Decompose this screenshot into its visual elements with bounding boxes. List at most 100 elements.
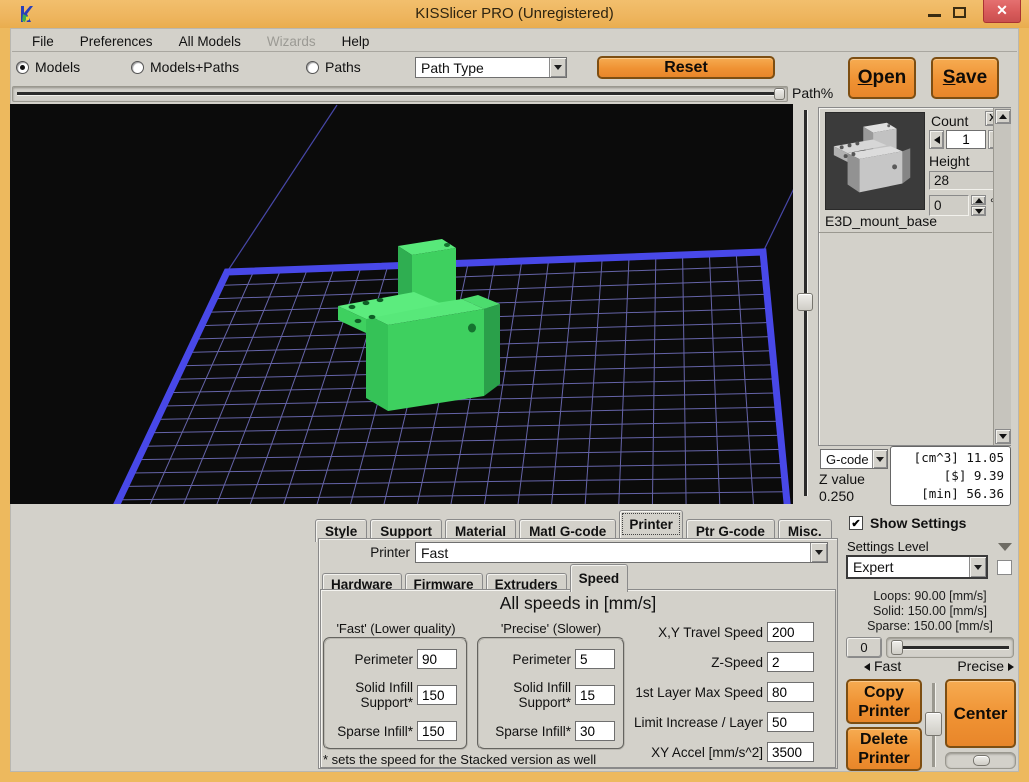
chevron-down-icon[interactable] (549, 58, 566, 77)
solid-speed: Solid: 150.00 [mm/s] (846, 604, 1014, 619)
menu-preferences[interactable]: Preferences (80, 34, 153, 49)
speed-panel-title: All speeds in [mm/s] (320, 593, 836, 614)
stat-cost: [$] 9.39 (897, 467, 1004, 485)
precise-sparse-infill-label: Sparse Infill* (485, 724, 571, 739)
viewport-3d[interactable] (10, 104, 793, 504)
gcode-dropdown[interactable]: G-code (820, 449, 888, 469)
xy-travel-speed-input[interactable] (767, 622, 814, 642)
radio-models-paths[interactable]: Models+Paths (131, 59, 239, 75)
path-type-value: Path Type (416, 60, 549, 76)
menu-file[interactable]: File (32, 34, 54, 49)
printer-dropdown-value: Fast (416, 545, 810, 561)
fast-precise-slider[interactable] (886, 637, 1014, 658)
count-decrement-button[interactable] (929, 130, 944, 149)
model-thumbnail[interactable] (825, 112, 925, 210)
path-percent-label: Path% (792, 85, 833, 101)
copy-printer-button[interactable]: Copy Printer (846, 679, 922, 724)
save-button[interactable]: Save (931, 57, 999, 99)
xy-accel-input[interactable] (767, 742, 814, 762)
count-input[interactable] (946, 130, 986, 149)
tab-printer[interactable]: Printer (619, 510, 683, 538)
radio-paths-icon (306, 61, 319, 74)
stat-volume: [cm^3] 11.05 (897, 449, 1004, 467)
radio-models[interactable]: Models (16, 59, 80, 75)
title-bar[interactable]: KISSlicer PRO (Unregistered) ✕ (0, 0, 1029, 28)
menu-help[interactable]: Help (342, 34, 370, 49)
show-settings-checkbox[interactable]: ✔ (849, 516, 863, 530)
precise-perimeter-input[interactable] (575, 649, 615, 669)
scroll-down-icon[interactable] (995, 429, 1011, 444)
fast-group-box: Perimeter Solid Infill Support* Sparse I… (323, 637, 468, 750)
menu-bar: File Preferences All Models Wizards Help (12, 31, 1017, 52)
radio-paths-label: Paths (325, 59, 361, 75)
printer-vertical-slider-handle[interactable] (925, 712, 942, 736)
fast-sparse-infill-input[interactable] (417, 721, 457, 741)
precise-group-title: 'Precise' (Slower) (477, 621, 625, 636)
triangle-right-icon (1008, 663, 1014, 671)
z-value: 0.250 (819, 488, 854, 504)
fast-solid-infill-input[interactable] (417, 685, 457, 705)
reset-button[interactable]: Reset (597, 56, 775, 79)
printer-dropdown[interactable]: Fast (415, 542, 828, 563)
model-name[interactable]: E3D_mount_base (825, 213, 937, 229)
precise-solid-infill-input[interactable] (575, 685, 615, 705)
center-button[interactable]: Center (945, 679, 1016, 748)
first-layer-max-speed-label: 1st Layer Max Speed (613, 685, 763, 700)
path-type-dropdown[interactable]: Path Type (415, 57, 567, 78)
stat-time: [min] 56.36 (897, 485, 1004, 503)
settings-lock-checkbox[interactable] (997, 560, 1012, 575)
subtab-speed[interactable]: Speed (570, 564, 629, 592)
center-horizontal-slider[interactable] (945, 752, 1016, 769)
tuning-value-button[interactable]: 0 (846, 637, 882, 658)
scroll-up-icon[interactable] (995, 109, 1011, 124)
fast-sparse-infill-label: Sparse Infill* (329, 724, 413, 739)
kisslicer-window: KISSlicer PRO (Unregistered) ✕ File Pref… (0, 0, 1029, 782)
limit-increase-label: Limit Increase / Layer (608, 715, 763, 730)
radio-models-icon (16, 61, 29, 74)
save-rest: ave (955, 67, 987, 88)
radio-paths[interactable]: Paths (306, 59, 361, 75)
delete-printer-button[interactable]: Delete Printer (846, 727, 922, 771)
fast-solid-infill-label: Solid Infill Support* (329, 680, 413, 710)
save-accel: S (943, 67, 956, 88)
chevron-down-icon[interactable] (810, 543, 827, 562)
path-percent-slider[interactable] (12, 86, 788, 102)
menu-all-models[interactable]: All Models (179, 34, 241, 49)
z-speed-input[interactable] (767, 652, 814, 672)
printer-combo-label: Printer (330, 545, 410, 560)
printer-vertical-slider[interactable] (926, 679, 942, 771)
chevron-down-icon[interactable] (969, 557, 986, 577)
first-layer-max-speed-input[interactable] (767, 682, 814, 702)
count-label: Count (931, 113, 968, 129)
minimize-icon[interactable] (928, 14, 941, 17)
menu-wizards: Wizards (267, 34, 316, 49)
rotation-down-button[interactable] (971, 206, 986, 216)
view-vertical-slider-handle[interactable] (797, 293, 813, 311)
height-label: Height (929, 153, 969, 169)
settings-level-value: Expert (848, 559, 969, 575)
fast-perimeter-input[interactable] (417, 649, 457, 669)
fast-group-title: 'Fast' (Lower quality) (322, 621, 470, 636)
z-value-label: Z value (819, 471, 865, 487)
precise-group-box: Perimeter Solid Infill Support* Sparse I… (477, 637, 625, 750)
models-scrollbar[interactable] (993, 108, 1011, 445)
close-icon[interactable]: ✕ (983, 0, 1021, 23)
speed-footnote: * sets the speed for the Stacked version… (323, 752, 596, 767)
z-speed-label: Z-Speed (613, 655, 763, 670)
open-accel: O (858, 67, 873, 88)
center-horizontal-slider-handle[interactable] (973, 755, 990, 766)
open-button[interactable]: Open (848, 57, 916, 99)
path-percent-slider-handle[interactable] (774, 88, 785, 100)
limit-increase-input[interactable] (767, 712, 814, 732)
collapse-triangle-icon[interactable] (998, 543, 1012, 551)
settings-level-dropdown[interactable]: Expert (846, 555, 988, 579)
maximize-icon[interactable] (953, 7, 966, 18)
chevron-down-icon[interactable] (872, 450, 887, 468)
print-stats: [cm^3] 11.05 [$] 9.39 [min] 56.36 (890, 446, 1011, 506)
fast-precise-slider-handle[interactable] (891, 640, 903, 655)
gcode-dropdown-value: G-code (821, 452, 872, 467)
open-rest: pen (873, 67, 907, 88)
view-vertical-slider[interactable] (798, 106, 813, 500)
sidebar-speed-summary: Loops: 90.00 [mm/s] Solid: 150.00 [mm/s]… (846, 589, 1014, 634)
rotation-up-button[interactable] (971, 195, 986, 205)
